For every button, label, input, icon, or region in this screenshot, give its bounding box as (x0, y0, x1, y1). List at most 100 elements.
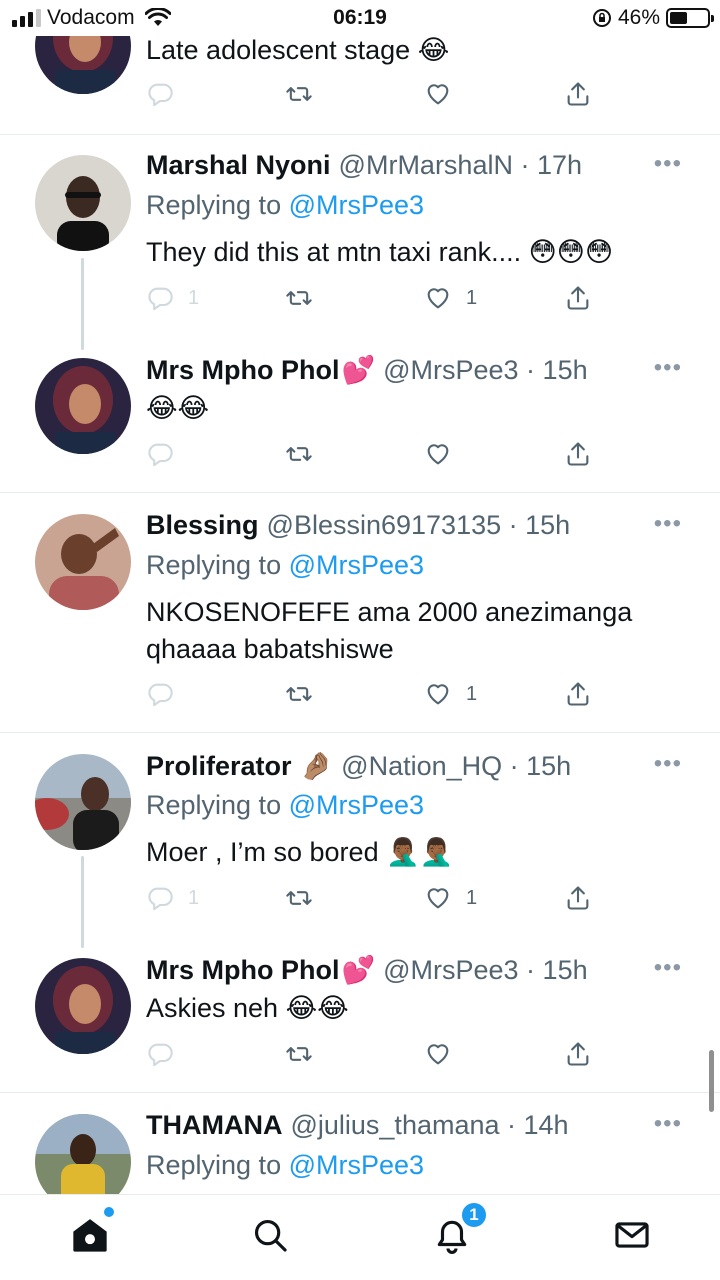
more-icon: ••• (653, 954, 682, 981)
tab-messages[interactable] (610, 1213, 654, 1257)
tweet-text: Moer , I’m so bored 🤦🏾‍♂️🤦🏾‍♂️ (146, 837, 454, 867)
name-emoji: 🤌🏽 (299, 751, 334, 781)
tab-notifications[interactable]: 1 (430, 1201, 488, 1257)
retweet-button[interactable] (284, 680, 314, 708)
display-name[interactable]: THAMANA (146, 1110, 282, 1141)
more-icon: ••• (653, 750, 682, 777)
more-icon: ••• (653, 1110, 682, 1137)
mention-link[interactable]: @MrsPee3 (289, 790, 424, 820)
replying-prefix: Replying to (146, 550, 282, 580)
tweet-actions (146, 80, 616, 112)
mention-link[interactable]: @MrsPee3 (289, 1150, 424, 1180)
share-button[interactable] (564, 680, 592, 708)
more-button[interactable]: ••• (654, 150, 682, 178)
reply-icon (148, 443, 173, 467)
handle-time: @MrMarshalN · 17h (338, 150, 583, 180)
more-icon: ••• (653, 150, 682, 177)
more-button[interactable]: ••• (654, 954, 682, 982)
more-button[interactable]: ••• (654, 354, 682, 382)
reply-button[interactable] (146, 1040, 174, 1068)
tweet-text-line: qhaaaa babatshiswe (146, 634, 394, 664)
display-name[interactable]: Marshal Nyoni (146, 150, 331, 181)
tweet-header: Mrs Mpho Phol 💕 @MrsPee3 · 15h (146, 954, 588, 986)
battery-fill (670, 12, 687, 24)
reply-button[interactable]: 1 (146, 284, 199, 312)
tweet-text-line: NKOSENOFEFE ama 2000 anezimanga (146, 597, 633, 627)
retweet-button[interactable] (284, 440, 314, 468)
like-button[interactable] (424, 80, 452, 108)
avatar[interactable] (35, 514, 131, 610)
handle-time: @MrsPee3 · 15h (383, 354, 588, 385)
retweet-button[interactable] (284, 284, 314, 312)
more-button[interactable]: ••• (654, 510, 682, 538)
replying-to: Replying to @MrsPee3 (146, 1150, 424, 1181)
share-button[interactable] (564, 284, 592, 312)
display-name[interactable]: Mrs Mpho Phol (146, 955, 339, 986)
mention-link[interactable]: @MrsPee3 (289, 550, 424, 580)
heart-icon (427, 288, 449, 309)
avatar[interactable] (35, 754, 131, 850)
divider (0, 492, 720, 493)
reply-button[interactable] (146, 440, 174, 468)
mail-icon (615, 1222, 649, 1248)
reply-count: 1 (188, 886, 200, 909)
mention-link[interactable]: @MrsPee3 (289, 190, 424, 220)
display-name[interactable]: Proliferator (146, 751, 292, 782)
reply-button[interactable]: 1 (146, 884, 199, 912)
like-button[interactable]: 1 (424, 884, 477, 912)
retweet-icon (286, 87, 312, 101)
tweet-header: Mrs Mpho Phol 💕 @MrsPee3 · 15h (146, 354, 588, 386)
tab-home[interactable] (68, 1207, 114, 1257)
replying-to: Replying to @MrsPee3 (146, 190, 424, 221)
share-icon (567, 1042, 589, 1066)
rotation-lock-icon (592, 9, 611, 27)
heart-icon (427, 84, 449, 105)
status-bar: Vodacom 06:19 46% (0, 0, 720, 36)
retweet-button[interactable] (284, 1040, 314, 1068)
share-icon (567, 82, 589, 106)
replying-to: Replying to @MrsPee3 (146, 790, 424, 821)
share-button[interactable] (564, 440, 592, 468)
battery-icon (666, 8, 714, 28)
avatar[interactable] (35, 358, 131, 454)
more-button[interactable]: ••• (654, 750, 682, 778)
tweet-header: Blessing @Blessin69173135 · 15h (146, 510, 570, 541)
retweet-button[interactable] (284, 884, 314, 912)
like-button[interactable] (424, 440, 452, 468)
scrollbar[interactable] (709, 1050, 714, 1112)
more-button[interactable]: ••• (654, 1110, 682, 1138)
like-count: 1 (466, 886, 478, 909)
tweet-header: Proliferator 🤌🏽 @Nation_HQ · 15h (146, 750, 571, 782)
share-icon (567, 286, 589, 310)
retweet-button[interactable] (284, 80, 314, 108)
display-name[interactable]: Blessing (146, 510, 259, 541)
heart-icon (427, 444, 449, 465)
avatar[interactable] (35, 155, 131, 251)
share-button[interactable] (564, 80, 592, 108)
new-content-dot (104, 1207, 114, 1217)
tweet-header: THAMANA @julius_thamana · 14h (146, 1110, 569, 1141)
like-button[interactable]: 1 (424, 284, 477, 312)
like-button[interactable] (424, 1040, 452, 1068)
name-emoji: 💕 (341, 955, 376, 985)
share-button[interactable] (564, 884, 592, 912)
handle-time: @Blessin69173135 · 15h (266, 510, 571, 540)
reply-button[interactable] (146, 80, 174, 108)
retweet-icon (286, 1047, 312, 1061)
tab-search[interactable] (248, 1213, 292, 1257)
handle-time: @Nation_HQ · 15h (341, 750, 572, 781)
share-icon (567, 886, 589, 910)
avatar[interactable] (35, 958, 131, 1054)
like-count: 1 (466, 286, 478, 309)
name-emoji: 💕 (341, 355, 376, 385)
thread-line (81, 856, 84, 948)
share-button[interactable] (564, 1040, 592, 1068)
like-button[interactable]: 1 (424, 680, 477, 708)
tweet-text: They did this at mtn taxi rank.... 😳😳😳 (146, 237, 614, 267)
more-icon: ••• (653, 510, 682, 537)
reply-button[interactable] (146, 680, 174, 708)
battery-percent: 46% (617, 6, 660, 29)
display-name[interactable]: Mrs Mpho Phol (146, 355, 339, 386)
heart-icon (427, 684, 449, 705)
replying-prefix: Replying to (146, 190, 282, 220)
